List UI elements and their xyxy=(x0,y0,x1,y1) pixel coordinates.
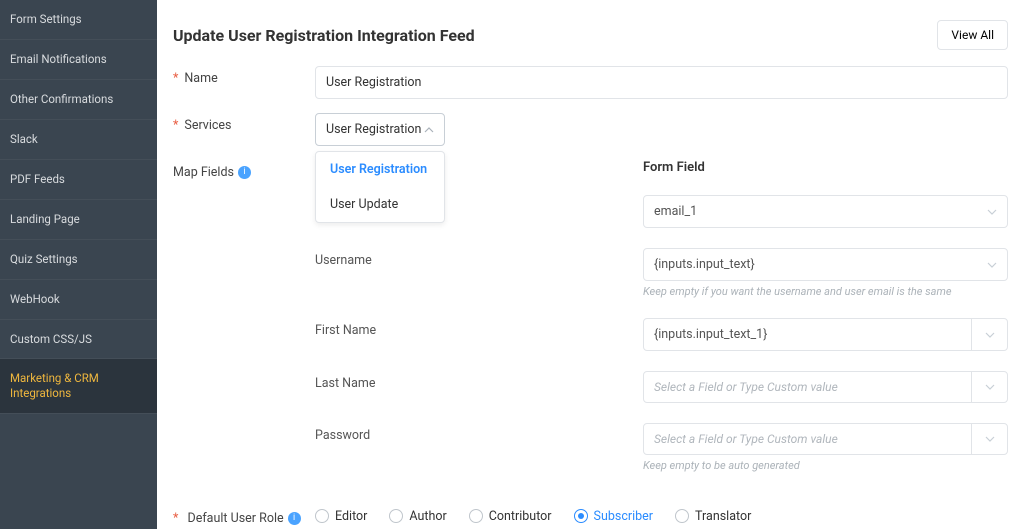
services-select-value: User Registration xyxy=(326,122,421,137)
username-hint: Keep empty if you want the username and … xyxy=(643,285,1008,298)
password-field-select[interactable]: Select a Field or Type Custom value xyxy=(643,423,1008,455)
password-hint: Keep empty to be auto generated xyxy=(643,459,1008,472)
role-radio-editor[interactable]: Editor xyxy=(315,509,367,524)
chevron-up-icon xyxy=(424,125,434,135)
info-icon[interactable]: i xyxy=(288,512,301,525)
default-role-label: Default User Rolei xyxy=(173,506,315,526)
sidebar-item-other-confirmations[interactable]: Other Confirmations xyxy=(0,80,157,120)
chevron-down-icon xyxy=(985,382,995,392)
email-field-select[interactable]: email_1 xyxy=(643,195,1008,228)
sidebar-item-marketing-crm[interactable]: Marketing & CRM Integrations xyxy=(0,359,157,414)
sidebar: Form Settings Email Notifications Other … xyxy=(0,0,157,529)
chevron-down-icon xyxy=(987,207,997,217)
sidebar-item-pdf-feeds[interactable]: PDF Feeds xyxy=(0,160,157,200)
sidebar-item-form-settings[interactable]: Form Settings xyxy=(0,0,157,40)
services-option-user-update[interactable]: User Update xyxy=(316,187,444,222)
chevron-down-icon xyxy=(987,260,997,270)
sidebar-item-webhook[interactable]: WebHook xyxy=(0,280,157,320)
lastname-field-select[interactable]: Select a Field or Type Custom value xyxy=(643,371,1008,403)
role-radio-author[interactable]: Author xyxy=(389,509,446,524)
services-dropdown: User Registration User Update xyxy=(315,151,445,223)
username-label: Username xyxy=(315,248,643,298)
sidebar-item-email-notifications[interactable]: Email Notifications xyxy=(0,40,157,80)
map-fields-label: Map Fieldsi xyxy=(173,160,315,492)
firstname-label: First Name xyxy=(315,318,643,351)
services-option-user-registration[interactable]: User Registration xyxy=(316,152,444,187)
role-radio-translator[interactable]: Translator xyxy=(675,509,751,524)
sidebar-item-landing-page[interactable]: Landing Page xyxy=(0,200,157,240)
role-radio-subscriber[interactable]: Subscriber xyxy=(574,509,654,524)
form-field-heading: Form Field xyxy=(643,160,705,175)
info-icon[interactable]: i xyxy=(238,166,251,179)
name-label: Name xyxy=(173,66,315,99)
username-field-select[interactable]: {inputs.input_text} xyxy=(643,248,1008,281)
lastname-label: Last Name xyxy=(315,371,643,403)
services-select[interactable]: User Registration xyxy=(315,113,445,146)
role-radio-contributor[interactable]: Contributor xyxy=(469,509,552,524)
sidebar-item-quiz-settings[interactable]: Quiz Settings xyxy=(0,240,157,280)
view-all-button[interactable]: View All xyxy=(937,20,1008,50)
password-label: Password xyxy=(315,423,643,472)
firstname-field-select[interactable]: {inputs.input_text_1} xyxy=(643,318,1008,351)
sidebar-item-custom-css-js[interactable]: Custom CSS/JS xyxy=(0,320,157,360)
main-content: Update User Registration Integration Fee… xyxy=(157,0,1024,529)
chevron-down-icon xyxy=(985,330,995,340)
page-title: Update User Registration Integration Fee… xyxy=(173,26,475,45)
chevron-down-icon xyxy=(985,434,995,444)
name-input[interactable] xyxy=(315,66,1008,99)
sidebar-item-slack[interactable]: Slack xyxy=(0,120,157,160)
services-label: Services xyxy=(173,113,315,146)
